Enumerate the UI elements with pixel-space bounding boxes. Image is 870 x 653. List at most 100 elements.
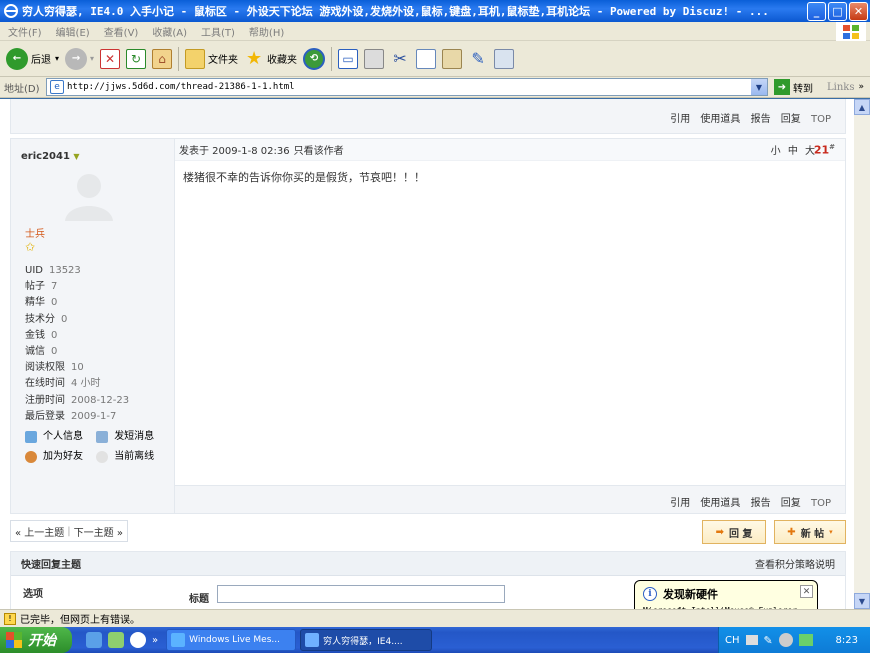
credit-policy-link[interactable]: 查看积分策略说明 (755, 556, 835, 571)
report-link[interactable]: 报告 (751, 498, 771, 509)
media-button[interactable]: ▭ (338, 48, 359, 69)
add-friend-label[interactable]: 加为好友 (43, 449, 83, 465)
home-button[interactable]: ⌂ (152, 48, 173, 69)
next-thread-link[interactable]: 下一主题 » (74, 524, 123, 539)
floor-number[interactable]: 21# (814, 143, 835, 157)
send-pm-label[interactable]: 发短消息 (114, 429, 154, 445)
links-button[interactable]: Links (827, 82, 854, 93)
stat-row: 在线时间 4 小时 (25, 376, 129, 392)
stat-label: 阅读权限 (25, 362, 65, 374)
menu-help[interactable]: 帮助(H) (249, 24, 284, 39)
menu-file[interactable]: 文件(F) (8, 24, 42, 39)
maximize-button[interactable]: □ (828, 1, 847, 21)
new-thread-dropdown-icon[interactable]: ▾ (829, 528, 833, 536)
stat-row: 精华 0 (25, 295, 129, 311)
menu-tools[interactable]: 工具(T) (201, 24, 235, 39)
taskbar: 开始 » Windows Live Mes... 穷人穷得瑟，IE4.... C… (0, 627, 870, 653)
scroll-down-icon[interactable]: ▼ (854, 593, 870, 609)
address-dropdown-icon[interactable]: ▼ (751, 79, 767, 95)
task-ie-window[interactable]: 穷人穷得瑟，IE4.... (300, 629, 433, 651)
profile-icon (25, 431, 37, 443)
ie-quicklaunch-icon[interactable] (86, 632, 102, 648)
forward-button[interactable]: → ▾ (65, 47, 94, 70)
printer-icon (364, 48, 385, 69)
stat-label: 技术分 (25, 313, 55, 325)
back-dropdown-icon[interactable]: ▾ (55, 54, 59, 63)
quote-link[interactable]: 引用 (670, 114, 690, 125)
minimize-button[interactable]: _ (807, 1, 826, 21)
favorites-label: 收藏夹 (267, 55, 298, 66)
quicklaunch-more-icon[interactable]: » (152, 635, 158, 646)
subject-input[interactable] (217, 585, 505, 603)
thread-pager-row: « 上一主题 | 下一主题 » ➡ 回 复 ✚ 新 帖 ▾ (10, 520, 846, 544)
keyboard-icon[interactable] (745, 635, 758, 645)
go-button[interactable]: ➜ 转到 (774, 79, 813, 95)
history-button[interactable]: ⟲ (303, 47, 326, 70)
edit-button[interactable]: ✎ (468, 49, 488, 69)
floor-mark: # (829, 142, 835, 151)
task-live-messenger[interactable]: Windows Live Mes... (166, 629, 297, 651)
stop-button[interactable]: ✕ (100, 48, 121, 69)
new-thread-button[interactable]: ✚ 新 帖 ▾ (774, 520, 846, 544)
refresh-icon: ↻ (126, 48, 147, 69)
copy-button[interactable] (416, 48, 437, 69)
network-icon[interactable] (798, 634, 813, 646)
menu-favorites[interactable]: 收藏(A) (152, 24, 187, 39)
stat-label: UID (25, 265, 43, 276)
profile-link[interactable]: 个人信息 (25, 429, 83, 445)
top-link[interactable]: TOP (811, 498, 831, 509)
media-player-icon[interactable] (130, 632, 146, 648)
menu-edit[interactable]: 编辑(E) (56, 24, 90, 39)
stat-row: 阅读权限 10 (25, 360, 129, 376)
vertical-scrollbar[interactable]: ▲ ▼ (854, 99, 870, 609)
author-name-wrap[interactable]: eric2041 ▼ (21, 151, 80, 162)
books-icon (494, 48, 515, 69)
top-link[interactable]: TOP (811, 114, 831, 125)
pen-icon[interactable]: ✎ (764, 634, 773, 647)
scroll-up-icon[interactable]: ▲ (854, 99, 870, 115)
windows-flag-icon (6, 632, 22, 648)
paste-button[interactable] (442, 48, 463, 69)
use-item-link[interactable]: 使用道具 (700, 114, 740, 125)
start-button[interactable]: 开始 (0, 627, 72, 653)
stat-row: UID 13523 (25, 263, 129, 279)
reply-button[interactable]: ➡ 回 复 (702, 520, 766, 544)
only-author-link[interactable]: 只看该作者 (294, 142, 344, 157)
hardware-icon[interactable] (778, 633, 793, 647)
research-button[interactable] (494, 48, 515, 69)
online-status: 当前离线 (96, 449, 154, 465)
reply-link[interactable]: 回复 (781, 114, 801, 125)
use-item-link[interactable]: 使用道具 (700, 498, 740, 509)
paste-icon (442, 48, 463, 69)
quote-link[interactable]: 引用 (670, 498, 690, 509)
refresh-button[interactable]: ↻ (126, 48, 147, 69)
floor-value[interactable]: 21 (814, 143, 829, 156)
stat-value: 13523 (48, 265, 81, 276)
menu-view[interactable]: 查看(V) (104, 24, 139, 39)
folders-button[interactable]: 文件夹 (185, 48, 238, 69)
address-url[interactable]: http://jjws.5d6d.com/thread-21386-1-1.ht… (67, 82, 751, 92)
prev-thread-link[interactable]: « 上一主题 (15, 524, 64, 539)
author-name[interactable]: eric2041 (21, 151, 70, 162)
balloon-close-button[interactable]: ✕ (800, 585, 813, 598)
profile-link-label[interactable]: 个人信息 (43, 429, 83, 445)
close-button[interactable]: ✕ (849, 1, 868, 21)
back-button[interactable]: ← 后退 ▾ (6, 47, 59, 70)
send-pm-link[interactable]: 发短消息 (96, 429, 154, 445)
add-friend-link[interactable]: 加为好友 (25, 449, 83, 465)
forward-dropdown-icon[interactable]: ▾ (90, 54, 94, 63)
report-link[interactable]: 报告 (751, 114, 771, 125)
show-desktop-icon[interactable] (108, 632, 124, 648)
page-error-icon[interactable]: ! (4, 612, 16, 625)
ime-indicator[interactable]: CH (725, 635, 740, 646)
address-input[interactable]: e http://jjws.5d6d.com/thread-21386-1-1.… (46, 78, 768, 96)
font-size-links[interactable]: 小 中 大 (771, 142, 815, 157)
cut-button[interactable]: ✂ (390, 49, 410, 69)
stat-row: 技术分 0 (25, 312, 129, 328)
reply-link[interactable]: 回复 (781, 498, 801, 509)
favorites-button[interactable]: ★ 收藏夹 (244, 48, 298, 69)
print-button[interactable] (364, 48, 385, 69)
clock[interactable]: 8:23 (836, 635, 858, 646)
links-chevron-icon[interactable]: » (858, 82, 864, 92)
author-menu-icon[interactable]: ▼ (73, 152, 79, 161)
